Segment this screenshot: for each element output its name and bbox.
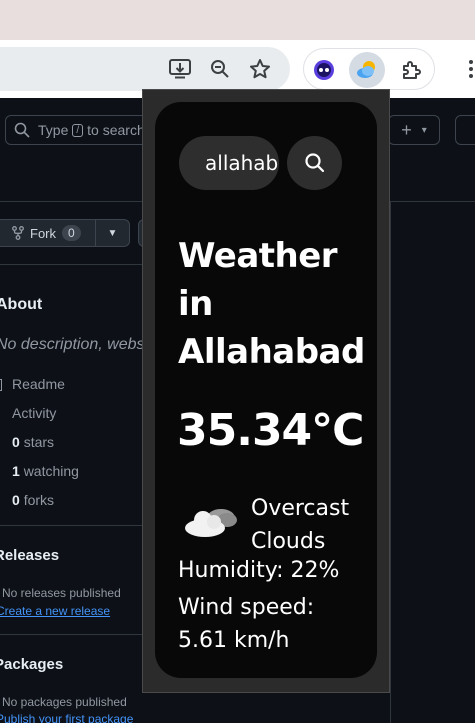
activity-link[interactable]: Activity <box>12 405 56 421</box>
weather-card: Weather in Allahabad 35.34°C Overcast Cl… <box>155 102 377 678</box>
cloud-icon <box>181 500 241 540</box>
plus-icon: + <box>401 119 412 140</box>
browser-titlebar <box>0 0 475 40</box>
temperature: 35.34°C <box>177 405 364 456</box>
bookmark-star-icon[interactable] <box>248 57 272 81</box>
search-icon <box>304 153 324 173</box>
watching-label: watching <box>23 463 79 479</box>
city-search-input[interactable] <box>179 136 279 190</box>
watching-link[interactable]: 1 watching <box>12 463 79 479</box>
publish-package-link[interactable]: Publish your first package <box>0 712 133 723</box>
watching-count: 1 <box>12 463 20 479</box>
extensions-group <box>303 48 435 90</box>
book-icon <box>0 379 2 391</box>
packages-note: No packages published <box>2 695 127 709</box>
ext-face-icon[interactable] <box>306 52 342 88</box>
fork-button[interactable]: Fork 0 ▼ <box>0 219 130 247</box>
stars-count: 0 <box>12 434 20 450</box>
forks-link[interactable]: 0 forks <box>12 492 54 508</box>
search-key: / <box>72 123 84 137</box>
fork-label: Fork <box>30 225 56 241</box>
create-release-link[interactable]: Create a new release <box>0 604 110 618</box>
search-icon <box>14 122 30 138</box>
packages-heading[interactable]: Packages <box>0 656 63 673</box>
stars-link[interactable]: 0 stars <box>12 434 54 450</box>
city-heading: Weather in Allahabad <box>178 236 365 372</box>
releases-note: No releases published <box>2 586 121 600</box>
github-search[interactable]: Type / to search <box>5 115 165 145</box>
divider <box>0 525 145 526</box>
divider <box>390 202 391 723</box>
search-prefix: Type <box>38 122 69 138</box>
weather-description: Overcast Clouds <box>251 496 350 554</box>
zoom-out-icon[interactable] <box>208 57 232 81</box>
install-app-icon[interactable] <box>168 57 192 81</box>
readme-link[interactable]: Readme <box>12 376 65 392</box>
address-bar[interactable] <box>0 47 290 91</box>
releases-heading[interactable]: Releases <box>0 547 59 564</box>
forks-count: 0 <box>12 492 20 508</box>
create-new-button[interactable]: + ▾ <box>388 115 440 145</box>
stars-label: stars <box>23 434 55 450</box>
weather-popup: Weather in Allahabad 35.34°C Overcast Cl… <box>142 89 390 693</box>
issues-icon[interactable] <box>455 115 475 145</box>
about-heading: About <box>0 296 43 313</box>
search-button[interactable] <box>287 136 342 190</box>
search-suffix: to search <box>87 122 145 138</box>
forks-label: forks <box>23 492 55 508</box>
weather-ext-icon[interactable] <box>349 52 385 88</box>
chevron-down-icon[interactable]: ▼ <box>96 228 129 239</box>
humidity: Humidity: 22% <box>178 558 340 583</box>
city-search-field[interactable] <box>179 136 279 190</box>
menu-kebab-icon[interactable] <box>468 58 474 80</box>
fork-count: 0 <box>62 225 81 241</box>
fork-icon <box>12 226 24 240</box>
extensions-puzzle-icon[interactable] <box>394 52 430 88</box>
divider <box>0 634 145 635</box>
about-description: No description, website <box>0 336 162 353</box>
chevron-down-icon: ▾ <box>421 124 427 136</box>
wind-speed: Wind speed: 5.61 km/h <box>178 595 315 653</box>
